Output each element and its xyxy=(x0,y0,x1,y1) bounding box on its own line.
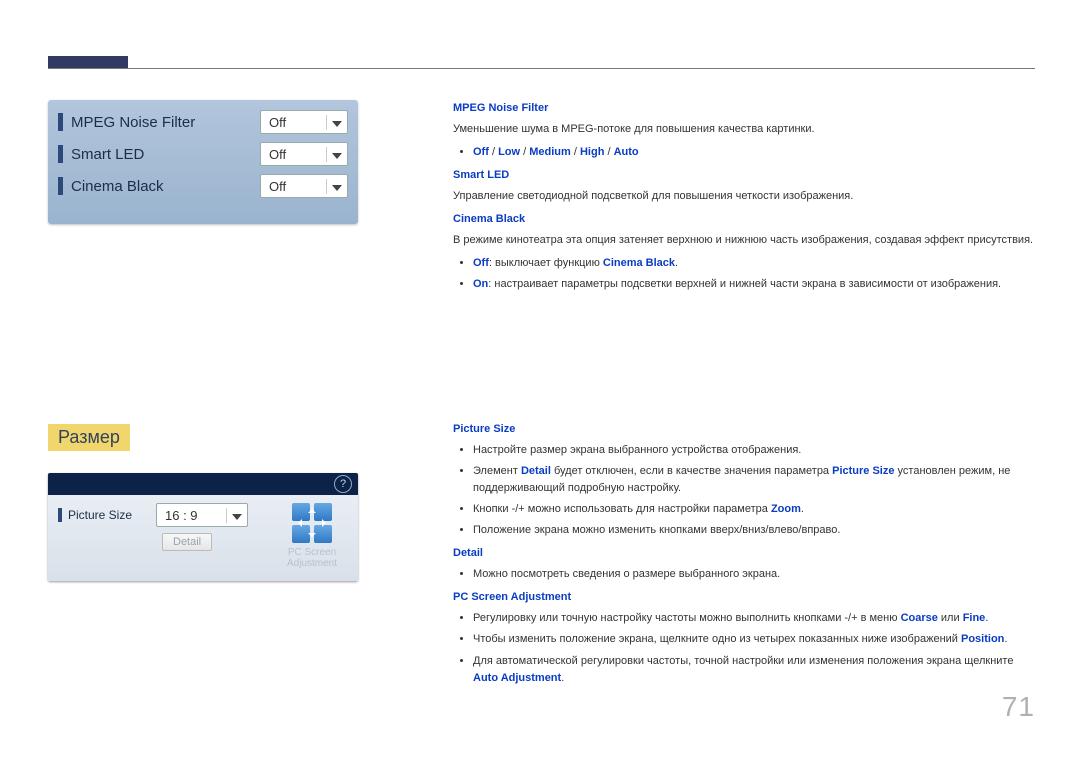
cinema-on-line: On: настраивает параметры подсветки верх… xyxy=(473,276,1035,293)
header-accent-block xyxy=(48,56,128,68)
opt-medium: Medium xyxy=(529,146,571,158)
heading-mpeg: MPEG Noise Filter xyxy=(453,100,1035,117)
row-marker-icon xyxy=(58,177,63,195)
picture-size-row: Picture Size 16 : 9 xyxy=(58,503,276,527)
detail-li1: Можно посмотреть сведения о размере выбр… xyxy=(473,566,1035,583)
picture-size-select[interactable]: 16 : 9 xyxy=(156,503,248,527)
ps-li3: Кнопки -/+ можно использовать для настро… xyxy=(473,501,1035,518)
picture-size-label: Picture Size xyxy=(68,508,156,522)
pc-li3: Для автоматической регулировки частоты, … xyxy=(473,653,1035,687)
opt-high: High xyxy=(580,146,604,158)
osd-label: Smart LED xyxy=(71,146,260,163)
page-number: 71 xyxy=(1002,691,1035,723)
chevron-down-icon xyxy=(226,508,247,523)
heading-pc-adjust: PC Screen Adjustment xyxy=(453,589,1035,606)
row-marker-icon xyxy=(58,508,62,522)
heading-picture-size: Picture Size xyxy=(453,421,1035,438)
heading-smartled: Smart LED xyxy=(453,167,1035,184)
opt-low: Low xyxy=(498,146,520,158)
osd-row-cinema: Cinema Black Off xyxy=(48,170,358,202)
select-value: 16 : 9 xyxy=(157,508,226,523)
pc-adj-label-line2: Adjustment xyxy=(276,558,348,569)
opt-auto: Auto xyxy=(614,146,639,158)
left-column: MPEG Noise Filter Off Smart LED Off Cine… xyxy=(48,100,368,581)
osd-panel-picture-size-wrap: ? Picture Size 16 : 9 Detail xyxy=(48,473,368,581)
ps-li2: Элемент Detail будет отключен, если в ка… xyxy=(473,463,1035,497)
row-marker-icon xyxy=(58,113,63,131)
osd-label: Cinema Black xyxy=(71,178,260,195)
smart-led-select[interactable]: Off xyxy=(260,142,348,166)
mpeg-options-line: Off / Low / Medium / High / Auto xyxy=(473,144,1035,161)
help-icon[interactable]: ? xyxy=(334,475,352,493)
chevron-down-icon xyxy=(326,115,347,130)
pc-adj-label-line1: PC Screen xyxy=(276,547,348,558)
row-marker-icon xyxy=(58,145,63,163)
cinema-off-line: Off: выключает функцию Cinema Black. xyxy=(473,255,1035,272)
text-smartled-desc: Управление светодиодной подсветкой для п… xyxy=(453,188,1035,205)
select-value: Off xyxy=(261,147,326,162)
right-column-block2: Picture Size Настройте размер экрана выб… xyxy=(453,421,1035,693)
text-cinema-desc: В режиме кинотеатра эта опция затеняет в… xyxy=(453,232,1035,249)
header-rule xyxy=(48,68,1035,69)
select-value: Off xyxy=(261,115,326,130)
pc-li1: Регулировку или точную настройку частоты… xyxy=(473,610,1035,627)
chevron-down-icon xyxy=(326,147,347,162)
opt-off: Off xyxy=(473,146,489,158)
osd-panel-filters: MPEG Noise Filter Off Smart LED Off Cine… xyxy=(48,100,358,224)
chevron-down-icon xyxy=(326,179,347,194)
osd-label: MPEG Noise Filter xyxy=(71,114,260,131)
ps-li1: Настройте размер экрана выбранного устро… xyxy=(473,442,1035,459)
osd-row-smartled: Smart LED Off xyxy=(48,138,358,170)
osd-panel-picture-size: ? Picture Size 16 : 9 Detail xyxy=(48,473,358,581)
right-column-block1: MPEG Noise Filter Уменьшение шума в MPEG… xyxy=(453,100,1035,299)
heading-cinema: Cinema Black xyxy=(453,211,1035,228)
osd-row-mpeg: MPEG Noise Filter Off xyxy=(48,106,358,138)
cinema-black-select[interactable]: Off xyxy=(260,174,348,198)
select-value: Off xyxy=(261,179,326,194)
pc-screen-adjustment-control[interactable]: PC Screen Adjustment xyxy=(276,503,348,569)
position-quad-icon xyxy=(292,503,332,543)
section-heading-size: Размер xyxy=(48,424,130,451)
mpeg-noise-filter-select[interactable]: Off xyxy=(260,110,348,134)
osd2-titlebar: ? xyxy=(48,473,358,495)
text-mpeg-desc: Уменьшение шума в MPEG-потоке для повыше… xyxy=(453,121,1035,138)
detail-button[interactable]: Detail xyxy=(162,533,212,551)
heading-detail: Detail xyxy=(453,545,1035,562)
pc-li2: Чтобы изменить положение экрана, щелкнит… xyxy=(473,631,1035,648)
ps-li4: Положение экрана можно изменить кнопками… xyxy=(473,522,1035,539)
